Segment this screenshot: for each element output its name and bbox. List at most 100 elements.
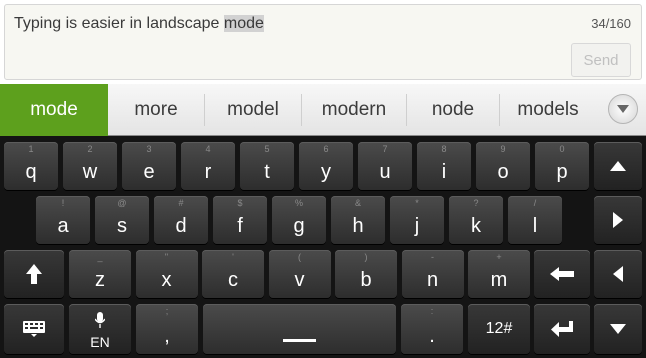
enter-key[interactable] — [534, 304, 590, 354]
shift-icon — [4, 250, 64, 298]
key-hint: ' — [232, 252, 234, 262]
arrow-up-key[interactable] — [594, 142, 642, 190]
key-hint: 5 — [264, 144, 270, 154]
suggestion-item[interactable]: model — [205, 84, 301, 136]
key-label: c — [228, 269, 238, 291]
voice-input-key[interactable]: EN — [69, 304, 131, 354]
key-hint: _ — [97, 252, 103, 262]
key-hint: ) — [364, 252, 368, 262]
expand-suggestions-button[interactable] — [608, 94, 638, 124]
enter-icon — [534, 304, 590, 354]
key-label: y — [321, 161, 331, 183]
key-r[interactable]: 4r — [181, 142, 235, 190]
key-t[interactable]: 5t — [240, 142, 294, 190]
key-d[interactable]: # d — [154, 196, 208, 244]
symbols-label: 12# — [485, 320, 513, 337]
key-v[interactable]: (v — [268, 250, 331, 298]
key-label: e — [143, 161, 155, 183]
suggestion-item[interactable]: models — [500, 84, 596, 136]
key-x[interactable]: " x — [135, 250, 198, 298]
suggestion-label: more — [134, 99, 178, 120]
key-hint: 4 — [205, 144, 211, 154]
key-label: f — [237, 215, 243, 237]
space-key[interactable] — [203, 304, 396, 354]
keyboard-settings-key[interactable] — [4, 304, 64, 354]
microphone-icon — [69, 312, 131, 333]
key-label: k — [471, 215, 481, 237]
key-l[interactable]: / l — [508, 196, 562, 244]
key-label: z — [95, 269, 105, 291]
arrow-down-icon — [594, 304, 642, 354]
key-o[interactable]: 9o — [476, 142, 530, 190]
key-label: p — [556, 161, 568, 183]
key-label: x — [161, 269, 172, 291]
suggestion-item[interactable]: mode — [0, 84, 108, 136]
key-p[interactable]: 0p — [535, 142, 589, 190]
arrow-right-key[interactable] — [594, 196, 642, 244]
comma-key[interactable]: ; , — [136, 304, 198, 354]
key-e[interactable]: 3e — [122, 142, 176, 190]
key-hint: * — [415, 198, 419, 208]
key-label: b — [360, 269, 372, 291]
key-hint: - — [431, 252, 434, 262]
key-label: u — [379, 161, 391, 183]
key-m[interactable]: + m — [468, 250, 530, 298]
key-hint: $ — [237, 198, 243, 208]
key-n[interactable]: -n — [401, 250, 464, 298]
key-hint: ! — [61, 198, 65, 208]
key-hint: 3 — [146, 144, 152, 154]
key-label: , — [164, 325, 170, 347]
key-h[interactable]: & h — [331, 196, 385, 244]
arrow-left-key[interactable] — [594, 250, 642, 298]
message-field[interactable]: Typing is easier in landscape mode 34/16… — [4, 4, 642, 80]
key-k[interactable]: ? k — [449, 196, 503, 244]
key-label: s — [117, 215, 127, 237]
key-hint: 8 — [441, 144, 447, 154]
chevron-down-icon — [617, 105, 629, 113]
key-hint: 0 — [559, 144, 565, 154]
key-label: j — [414, 215, 420, 237]
suggestion-label: mode — [30, 99, 78, 120]
key-w[interactable]: 2w — [63, 142, 117, 190]
suggestion-label: model — [227, 99, 279, 120]
suggestion-item[interactable]: node — [407, 84, 499, 136]
key-c[interactable]: ' c — [202, 250, 264, 298]
period-key[interactable]: : . — [401, 304, 463, 354]
key-label: h — [352, 215, 364, 237]
key-u[interactable]: 7u — [358, 142, 412, 190]
arrow-right-icon — [594, 196, 642, 244]
suggestion-label: modern — [321, 99, 387, 120]
key-hint: + — [496, 252, 502, 262]
key-y[interactable]: 6y — [299, 142, 353, 190]
key-label: i — [441, 161, 447, 183]
space-bar-icon — [283, 339, 316, 342]
key-label: n — [426, 269, 439, 291]
symbols-key[interactable]: 12# — [468, 304, 530, 354]
key-hint: / — [533, 198, 537, 208]
arrow-up-icon — [594, 142, 642, 190]
suggestion-label: models — [517, 99, 579, 120]
key-label: d — [175, 215, 187, 237]
character-counter: 34/160 — [591, 16, 631, 31]
key-z[interactable]: _ z — [69, 250, 131, 298]
key-j[interactable]: * j — [390, 196, 444, 244]
key-hint: 6 — [323, 144, 329, 154]
key-b[interactable]: ) b — [335, 250, 397, 298]
key-hint: @ — [117, 198, 127, 208]
key-f[interactable]: $ f — [213, 196, 267, 244]
key-a[interactable]: ! a — [36, 196, 90, 244]
key-hint: ? — [473, 198, 479, 208]
arrow-down-key[interactable] — [594, 304, 642, 354]
suggestion-item[interactable]: modern — [302, 84, 406, 136]
key-g[interactable]: % g — [272, 196, 326, 244]
key-i[interactable]: 8i — [417, 142, 471, 190]
key-hint: % — [294, 198, 303, 208]
suggestion-item[interactable]: more — [108, 84, 204, 136]
shift-key[interactable] — [4, 250, 64, 298]
key-hint: & — [354, 198, 361, 208]
key-s[interactable]: @ s — [95, 196, 149, 244]
message-text[interactable]: Typing is easier in landscape mode — [14, 15, 264, 33]
backspace-key[interactable] — [534, 250, 590, 298]
key-q[interactable]: 1q — [4, 142, 58, 190]
send-button[interactable]: Send — [571, 43, 631, 77]
